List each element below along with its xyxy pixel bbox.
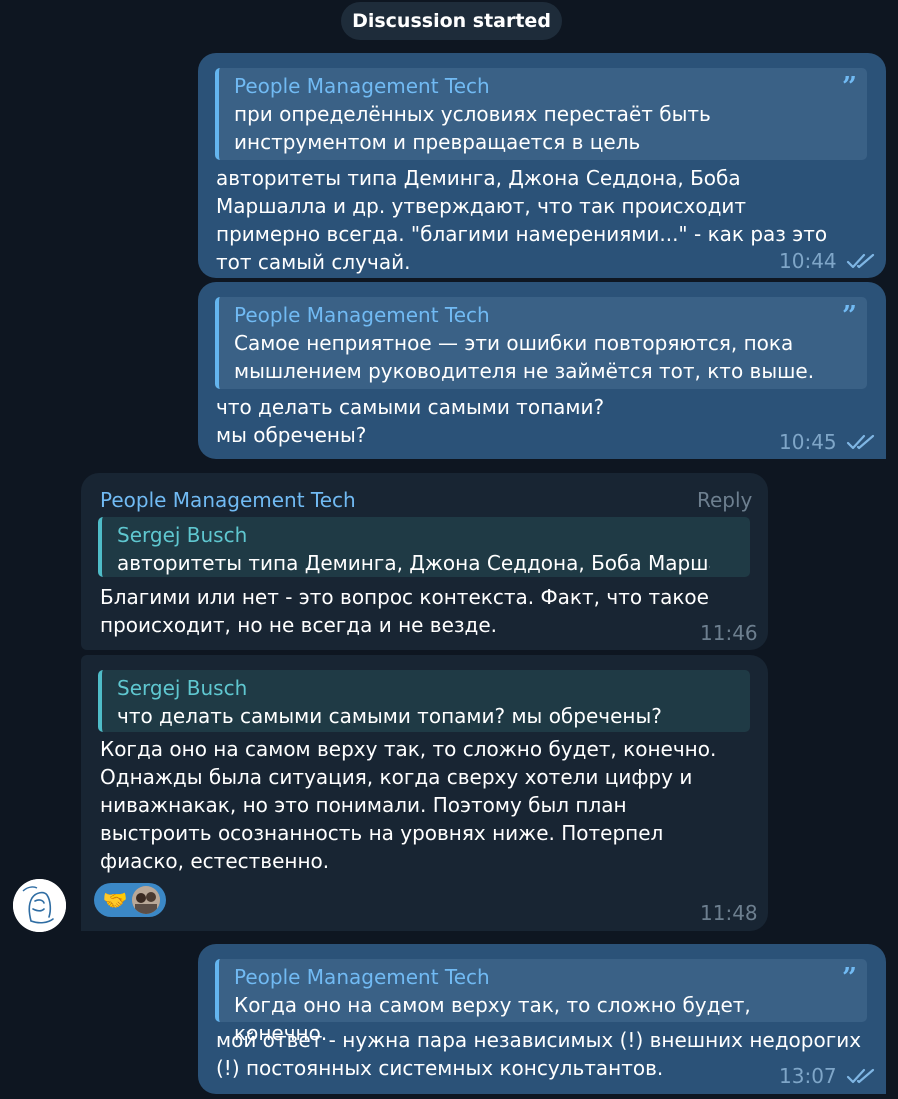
divider-label: Discussion started [352, 10, 551, 32]
reply-button[interactable]: Reply [697, 487, 752, 514]
reply-quote[interactable]: Sergej Busch авторитеты типа Деминга, Дж… [98, 517, 750, 577]
message-time: 10:45 [779, 430, 837, 454]
reply-quote[interactable]: People Management Tech Самое неприятное … [215, 297, 867, 389]
message-text: что делать самыми самыми топами? мы обре… [216, 395, 605, 447]
message-text: авторитеты типа Деминга, Джона Седдона, … [216, 166, 828, 274]
message-time: 11:46 [700, 621, 758, 645]
quote-author: People Management Tech [234, 74, 490, 98]
reply-quote[interactable]: People Management Tech при определённых … [215, 68, 867, 160]
quote-author: People Management Tech [234, 303, 490, 327]
message-text: мой ответ - нужна пара независимых (!) в… [216, 1028, 862, 1080]
message-bubble-incoming[interactable]: People Management Tech Reply Sergej Busc… [81, 473, 768, 650]
message-bubble-incoming[interactable]: Sergej Busch что делать самыми самыми то… [81, 655, 768, 931]
message-time: 13:07 [779, 1064, 837, 1088]
quote-icon: ” [842, 963, 857, 993]
message-bubble-outgoing[interactable]: People Management Tech Когда оно на само… [198, 944, 886, 1094]
message-bubble-outgoing[interactable]: People Management Tech Самое неприятное … [198, 282, 886, 459]
quote-author: Sergej Busch [117, 676, 248, 700]
reaction-chip[interactable]: 🤝 [94, 883, 166, 917]
quote-text: при определённых условиях перестаёт быть… [234, 102, 711, 154]
double-check-icon [846, 253, 875, 269]
message-text: Благими или нет - это вопрос контекста. … [100, 585, 709, 637]
quote-author: People Management Tech [234, 965, 490, 989]
quote-icon: ” [842, 72, 857, 102]
quote-text: что делать самыми самыми топами? мы обре… [117, 704, 662, 728]
double-check-icon [846, 434, 875, 450]
reply-quote[interactable]: Sergej Busch что делать самыми самыми то… [98, 670, 750, 732]
quote-author: Sergej Busch [117, 523, 248, 547]
profile-avatar[interactable] [13, 879, 66, 932]
double-check-icon [846, 1068, 875, 1084]
message-bubble-outgoing[interactable]: People Management Tech при определённых … [198, 53, 886, 278]
message-time: 10:44 [779, 249, 837, 273]
quote-icon: ” [842, 301, 857, 331]
quote-text: Самое неприятное — эти ошибки повторяютс… [234, 331, 815, 383]
reactor-avatar [132, 886, 160, 914]
date-divider: Discussion started [341, 2, 562, 40]
reply-quote[interactable]: People Management Tech Когда оно на само… [215, 959, 867, 1045]
message-text: Когда оно на самом верху так, то сложно … [100, 737, 717, 873]
handshake-icon: 🤝 [102, 888, 128, 912]
quote-text: авторитеты типа Деминга, Джона Седдона, … [117, 551, 710, 575]
sender-name[interactable]: People Management Tech [100, 487, 356, 514]
message-time: 11:48 [700, 901, 758, 925]
